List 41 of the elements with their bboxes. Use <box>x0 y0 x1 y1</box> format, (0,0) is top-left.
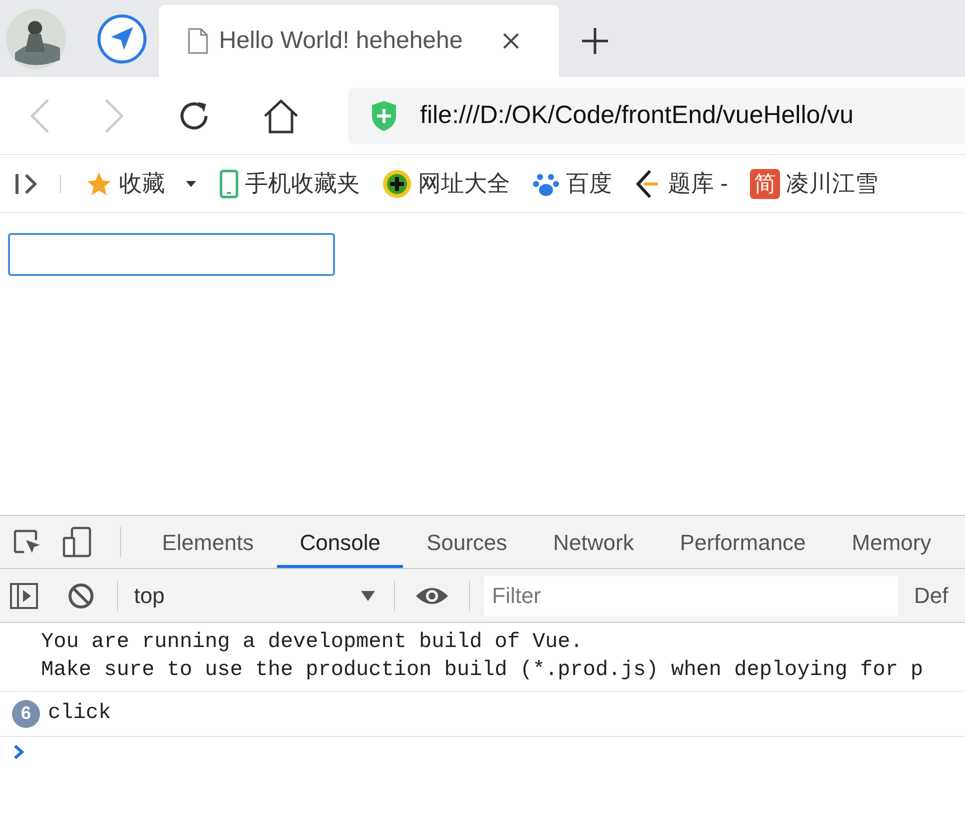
bookmark-item[interactable]: 网址大全 <box>382 166 510 201</box>
new-tab-icon[interactable] <box>581 27 609 55</box>
bookmark-item[interactable]: 收藏 <box>85 166 197 201</box>
devtools-tab[interactable]: Elements <box>139 516 277 568</box>
console-message: click <box>48 701 112 727</box>
url-text: file:///D:/OK/Code/frontEnd/vueHello/vu <box>420 100 854 131</box>
tab-title: Hello World! hehehehe <box>219 26 464 56</box>
plus-circle-icon <box>382 168 412 198</box>
bookmark-item[interactable]: 百度 <box>532 166 612 201</box>
filter-field[interactable]: Filter <box>484 576 898 616</box>
sidebar-panel-icon[interactable] <box>9 582 39 610</box>
repeat-count: 6 <box>12 700 40 728</box>
devtools-tab[interactable]: Sources <box>403 516 530 568</box>
avatar-icon <box>5 8 67 70</box>
sidebar-toggle-icon[interactable] <box>14 172 40 196</box>
prompt-icon[interactable] <box>12 742 26 760</box>
browser-tab[interactable]: Hello World! hehehehe <box>159 5 559 77</box>
badge-icon: 简 <box>750 168 780 198</box>
close-icon[interactable] <box>501 31 521 51</box>
console-message: Make sure to use the production build (*.prod.js) when deploying for p <box>41 658 924 684</box>
device-toolbar-icon[interactable] <box>62 526 92 558</box>
inspect-icon[interactable] <box>12 528 42 556</box>
text-input[interactable] <box>8 233 335 276</box>
console-message: You are running a development build of Vue. <box>41 630 584 656</box>
devtools-tab[interactable]: Performance <box>656 516 829 568</box>
bookmark-item[interactable]: 题库 - <box>634 166 728 201</box>
devtools-tab[interactable]: Network <box>530 516 657 568</box>
phone-icon <box>219 168 239 198</box>
document-icon <box>187 28 209 54</box>
home-icon[interactable] <box>262 98 300 134</box>
clear-console-icon[interactable] <box>67 582 95 610</box>
shield-icon <box>370 100 398 132</box>
caret-icon[interactable] <box>185 180 197 188</box>
bookmark-item[interactable]: 简 凌川江雪 <box>750 166 878 201</box>
address-bar[interactable]: file:///D:/OK/Code/frontEnd/vueHello/vu <box>348 88 965 144</box>
devtools-tab[interactable]: Memory <box>828 516 954 568</box>
bookmark-item[interactable]: 手机收藏夹 <box>219 166 360 201</box>
navigation-icon[interactable] <box>97 14 147 64</box>
levels-dropdown[interactable]: Def <box>914 579 948 612</box>
context-select[interactable]: top <box>118 579 394 612</box>
caret-icon <box>360 590 376 602</box>
